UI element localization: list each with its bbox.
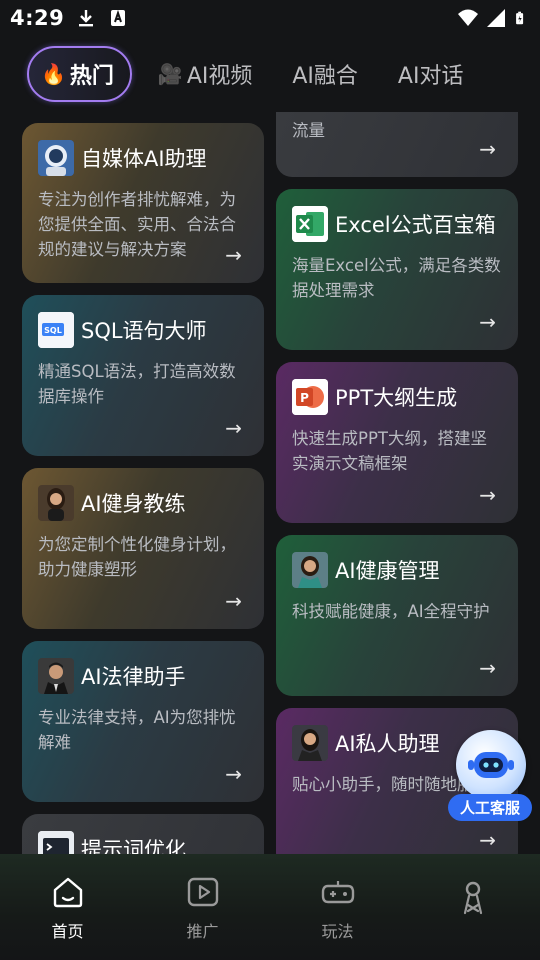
- home-icon: [53, 877, 82, 908]
- nav-home[interactable]: 首页: [0, 874, 135, 942]
- nav-promote[interactable]: 推广: [135, 874, 270, 942]
- camera-icon: 🎥: [157, 62, 183, 86]
- customer-service-label: 人工客服: [448, 794, 532, 821]
- sql-file-icon: SQL: [38, 312, 74, 348]
- fire-icon: 🔥: [41, 62, 66, 86]
- card-title: AI法律助手: [81, 665, 186, 689]
- status-time: 4:29: [10, 6, 65, 30]
- tab-label: AI融合: [292, 64, 358, 89]
- card-excel-formulas[interactable]: Excel公式百宝箱 海量Excel公式，满足各类数据处理需求 →: [276, 189, 518, 350]
- card-legal-assistant[interactable]: AI法律助手 专业法律支持，AI为您排忧解难 →: [22, 641, 264, 802]
- doctor-avatar-icon: [292, 552, 328, 588]
- card-description: 流量: [292, 121, 325, 140]
- card-description: 专业法律支持，AI为您排忧解难: [38, 708, 236, 752]
- nav-label: 推广: [186, 922, 219, 941]
- tab-ai-video[interactable]: 🎥 AI视频: [158, 58, 252, 90]
- arrow-right-icon: →: [225, 243, 242, 267]
- card-sql-master[interactable]: SQL SQL语句大师 精通SQL语法，打造高效数据库操作 →: [22, 295, 264, 456]
- user-icon: [463, 881, 482, 915]
- robot-icon: [456, 730, 526, 800]
- arrow-right-icon: →: [479, 828, 496, 852]
- tab-hot[interactable]: 🔥 热门: [27, 46, 132, 102]
- card-partial-top[interactable]: 流量 →: [276, 112, 518, 177]
- card-description: 精通SQL语法，打造高效数据库操作: [38, 362, 236, 406]
- nav-profile[interactable]: [405, 874, 540, 932]
- customer-service-button[interactable]: 人工客服: [448, 730, 532, 822]
- astronaut-avatar-icon: [38, 140, 74, 176]
- card-title: 提示词优化: [81, 838, 186, 854]
- card-description: 快速生成PPT大纲，搭建坚实演示文稿框架: [292, 429, 487, 473]
- download-icon: [79, 10, 94, 27]
- tab-label: AI视频: [186, 64, 253, 89]
- tab-label: 热门: [69, 64, 114, 89]
- terminal-icon: [38, 831, 74, 854]
- card-prompt-optimizer[interactable]: 提示词优化: [22, 814, 264, 854]
- excel-icon: [292, 206, 328, 242]
- arrow-right-icon: →: [225, 762, 242, 786]
- arrow-right-icon: →: [225, 589, 242, 613]
- wifi-icon: [458, 9, 478, 26]
- arrow-right-icon: →: [479, 310, 496, 334]
- arrow-right-icon: →: [479, 656, 496, 680]
- signal-icon: [487, 9, 505, 27]
- card-title: 自媒体AI助理: [81, 147, 207, 171]
- lawyer-avatar-icon: [38, 658, 74, 694]
- card-media-assistant[interactable]: 自媒体AI助理 专注为创作者排忧解难，为您提供全面、实用、合法合规的建议与解决方…: [22, 123, 264, 283]
- nav-play[interactable]: 玩法: [270, 874, 405, 942]
- battery-icon: [516, 11, 524, 25]
- card-description: 海量Excel公式，满足各类数据处理需求: [292, 256, 501, 300]
- card-title: AI私人助理: [335, 732, 440, 756]
- assistant-avatar-icon: [292, 725, 328, 761]
- arrow-right-icon: →: [479, 483, 496, 507]
- fitness-coach-avatar-icon: [38, 485, 74, 521]
- card-title: AI健康管理: [335, 559, 440, 583]
- card-description: 专注为创作者排忧解难，为您提供全面、实用、合法合规的建议与解决方案: [38, 190, 236, 259]
- card-description: 科技赋能健康，AI全程守护: [292, 602, 490, 621]
- nav-label: 玩法: [321, 922, 354, 941]
- card-description: 为您定制个性化健身计划，助力健康塑形: [38, 535, 236, 579]
- category-tabs: 🔥 热门 🎥 AI视频 AI融合 AI对话: [0, 46, 540, 102]
- nav-label: 首页: [51, 922, 84, 941]
- svg-text:P: P: [300, 391, 309, 405]
- card-health-management[interactable]: AI健康管理 科技赋能健康，AI全程守护 →: [276, 535, 518, 696]
- powerpoint-icon: P: [292, 379, 328, 415]
- card-title: Excel公式百宝箱: [335, 213, 496, 237]
- arrow-right-icon: →: [225, 416, 242, 440]
- bottom-nav: 首页 推广 玩法: [0, 854, 540, 960]
- card-title: SQL语句大师: [81, 319, 207, 343]
- tab-ai-fusion[interactable]: AI融合: [292, 58, 358, 90]
- card-fitness-coach[interactable]: AI健身教练 为您定制个性化健身计划，助力健康塑形 →: [22, 468, 264, 629]
- card-ppt-outline[interactable]: P PPT大纲生成 快速生成PPT大纲，搭建坚实演示文稿框架 →: [276, 362, 518, 523]
- tab-label: AI对话: [397, 64, 464, 89]
- tab-ai-chat[interactable]: AI对话: [398, 58, 464, 90]
- arrow-right-icon: →: [479, 137, 496, 161]
- card-title: AI健身教练: [81, 492, 186, 516]
- status-bar: 4:29: [0, 0, 540, 36]
- play-icon: [187, 877, 218, 907]
- card-title: PPT大纲生成: [335, 386, 458, 410]
- svg-text:SQL: SQL: [44, 326, 62, 335]
- app-notification-icon: [111, 9, 126, 26]
- gamepad-icon: [321, 881, 354, 904]
